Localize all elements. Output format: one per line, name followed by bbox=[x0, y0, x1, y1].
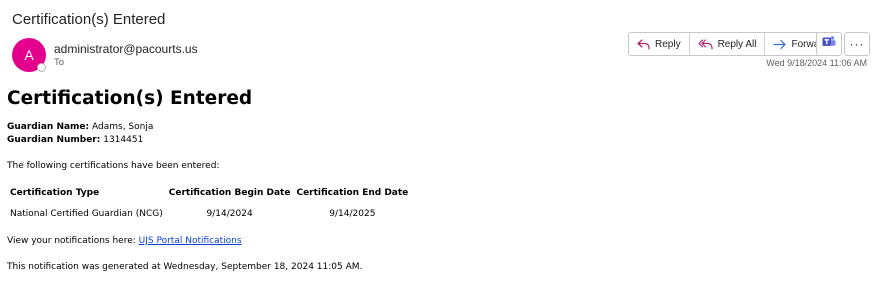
to-label: To bbox=[54, 57, 65, 68]
certifications-table: Certification Type Certification Begin D… bbox=[7, 188, 411, 222]
teams-button[interactable] bbox=[816, 32, 842, 56]
avatar-initial: A bbox=[24, 47, 34, 63]
teams-icon bbox=[822, 35, 836, 53]
reply-icon bbox=[637, 38, 650, 50]
received-timestamp: Wed 9/18/2024 11:06 AM bbox=[766, 58, 867, 68]
reply-all-icon bbox=[697, 38, 713, 50]
more-options-button[interactable]: ··· bbox=[844, 32, 870, 56]
guardian-name-row: Guardian Name: Adams, Sonja bbox=[7, 121, 867, 134]
column-header-begin-date: Certification Begin Date bbox=[168, 188, 291, 198]
column-header-end-date: Certification End Date bbox=[296, 188, 409, 198]
guardian-name-label: Guardian Name: bbox=[7, 122, 90, 132]
cell-end-date: 9/14/2025 bbox=[329, 209, 376, 219]
email-subject: Certification(s) Entered bbox=[12, 11, 166, 28]
sender-address[interactable]: administrator@pacourts.us bbox=[54, 42, 198, 56]
reply-button[interactable]: Reply bbox=[629, 33, 690, 55]
more-icon: ··· bbox=[849, 37, 865, 51]
column-header-type: Certification Type bbox=[10, 188, 100, 198]
ujs-portal-notifications-link[interactable]: UJS Portal Notifications bbox=[139, 236, 242, 246]
generated-notice: This notification was generated at Wedne… bbox=[7, 262, 363, 272]
cell-certification-type: National Certified Guardian (NCG) bbox=[10, 209, 163, 219]
guardian-number-row: Guardian Number: 1314451 bbox=[7, 134, 867, 147]
intro-text: The following certifications have been e… bbox=[7, 161, 220, 171]
reply-all-label: Reply All bbox=[717, 38, 757, 50]
guardian-number-value: 1314451 bbox=[103, 135, 144, 145]
message-actions: Reply Reply All Forward bbox=[628, 32, 838, 56]
presence-indicator bbox=[37, 63, 46, 72]
reply-label: Reply bbox=[655, 38, 681, 50]
table-row: National Certified Guardian (NCG) 9/14/2… bbox=[7, 206, 411, 222]
guardian-name-value: Adams, Sonja bbox=[92, 122, 154, 132]
cell-begin-date: 9/14/2024 bbox=[206, 209, 253, 219]
notifications-prefix: View your notifications here: bbox=[7, 236, 136, 246]
forward-icon bbox=[773, 39, 787, 50]
notifications-line: View your notifications here: UJS Portal… bbox=[7, 236, 867, 246]
guardian-number-label: Guardian Number: bbox=[7, 135, 101, 145]
reply-all-button[interactable]: Reply All bbox=[690, 33, 766, 55]
body-heading: Certification(s) Entered bbox=[7, 88, 253, 109]
table-header-row: Certification Type Certification Begin D… bbox=[7, 188, 411, 206]
email-body: Certification(s) Entered Guardian Name: … bbox=[7, 88, 867, 272]
